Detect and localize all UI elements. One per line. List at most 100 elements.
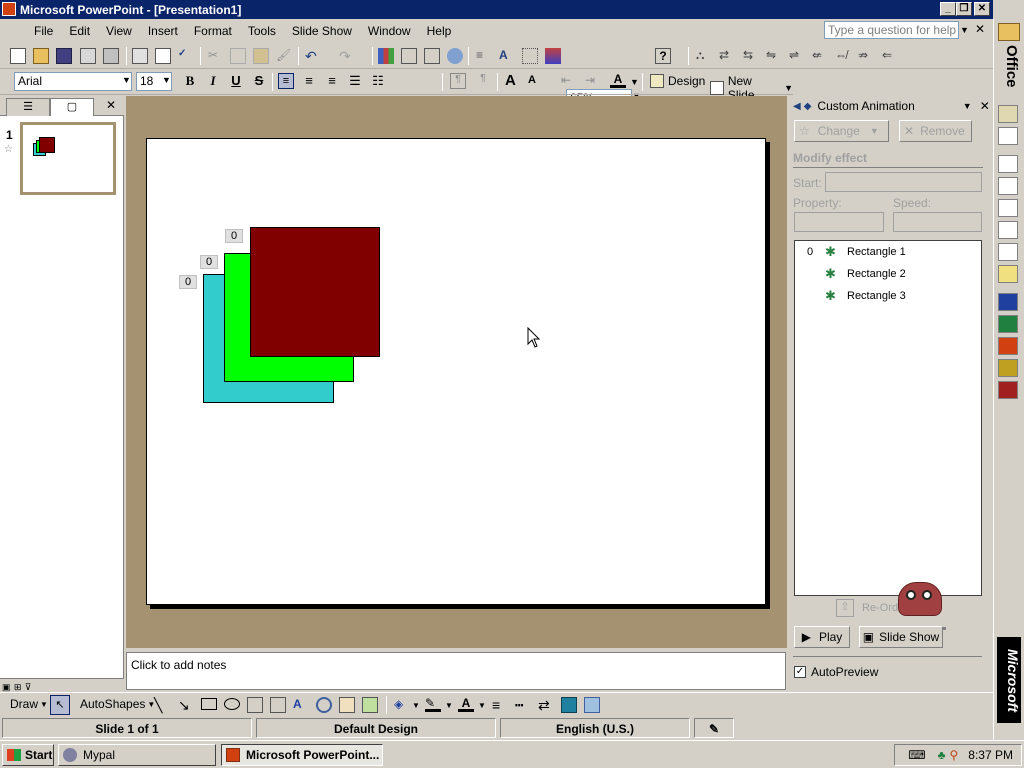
slide-scrollbar[interactable] [773, 96, 787, 648]
search-icon[interactable]: ⚲ [950, 748, 959, 762]
font-color-icon[interactable]: A [610, 72, 626, 88]
rectangle-3[interactable] [250, 227, 380, 357]
powerpoint-icon[interactable] [998, 337, 1018, 355]
taskbar-item-mypal[interactable]: Mypal [58, 744, 216, 766]
open-icon[interactable] [33, 48, 49, 64]
align-center-button[interactable]: ≡ [301, 73, 317, 89]
open-office-doc-icon[interactable] [998, 127, 1018, 145]
diagram-icon[interactable] [316, 697, 332, 713]
list-item[interactable]: ✱ Rectangle 3 [795, 285, 981, 307]
translate-icon[interactable]: ⇎ [835, 48, 851, 64]
undo-icon[interactable]: ↶ [305, 48, 321, 64]
word-icon[interactable] [998, 293, 1018, 311]
font-color-dropdown-icon[interactable]: ▼ [630, 77, 639, 87]
fill-color-icon[interactable]: ◈ [394, 697, 410, 713]
slide-canvas[interactable]: 0 0 0 [146, 138, 766, 605]
notes-pane[interactable]: Click to add notes [126, 652, 786, 690]
permission-icon[interactable] [80, 48, 96, 64]
line-icon[interactable]: ╲ [154, 697, 170, 713]
line-color-icon[interactable]: ✎ [425, 696, 441, 712]
research-icon[interactable]: ⇏ [858, 48, 874, 64]
tab-outline[interactable]: ☰ [6, 98, 50, 116]
close-pane-icon[interactable]: ✕ [106, 98, 116, 112]
powerpoint-app-icon[interactable] [2, 2, 16, 16]
select-objects-icon[interactable]: ↖ [50, 695, 70, 715]
autopreview-toggle[interactable]: ✓ AutoPreview [794, 665, 878, 679]
taskbar-item-powerpoint[interactable]: Microsoft PowerPoint... [221, 744, 383, 766]
play-button[interactable]: ▶ Play [794, 626, 850, 648]
help-search-input[interactable]: Type a question for help [824, 21, 959, 39]
office-folder-icon[interactable] [998, 23, 1020, 41]
restore-button[interactable]: ❐ [956, 2, 972, 16]
shadow-style-icon[interactable] [561, 697, 577, 713]
tables-borders-icon[interactable] [424, 48, 440, 64]
excel-icon[interactable] [998, 315, 1018, 333]
align-right-button[interactable]: ≡ [324, 73, 340, 89]
review-icon[interactable]: ⇄ [719, 48, 735, 64]
menu-view[interactable]: View [98, 24, 140, 38]
draw-menu-button[interactable]: Draw ▼ [10, 697, 48, 711]
color-grayscale-icon[interactable] [545, 48, 561, 64]
underline-button[interactable]: U [226, 73, 246, 88]
remove-button[interactable]: ✕ Remove [899, 120, 972, 142]
menu-insert[interactable]: Insert [140, 24, 186, 38]
new-office-doc-icon[interactable] [998, 105, 1018, 123]
clipart-icon[interactable] [339, 697, 355, 713]
design-button[interactable]: Design [650, 74, 705, 88]
rectangle-icon[interactable] [201, 698, 217, 710]
network-icon[interactable]: ♣ [938, 748, 946, 762]
help-icon[interactable]: ? [655, 48, 671, 64]
bullets-button[interactable]: ☷ [370, 73, 386, 89]
print-preview-icon[interactable] [155, 48, 171, 64]
list-item[interactable]: ✱ Rectangle 2 [795, 263, 981, 285]
slide-show-button[interactable]: ▣ Slide Show [859, 626, 943, 648]
size-dropdown-icon[interactable]: ▼ [162, 75, 171, 85]
markup-icon[interactable]: ⇌ [789, 48, 805, 64]
new-slide-dropdown-icon[interactable]: ▼ [784, 83, 793, 93]
new-task-icon[interactable] [998, 199, 1018, 217]
ltr-icon[interactable]: ¶ [450, 73, 466, 89]
save-icon[interactable] [56, 48, 72, 64]
close-window-button[interactable]: ✕ [974, 2, 990, 16]
menu-slide-show[interactable]: Slide Show [284, 24, 360, 38]
move-up-icon[interactable]: ⇧ [836, 599, 854, 617]
change-button[interactable]: ☆ Change ▼ [794, 120, 889, 142]
menu-edit[interactable]: Edit [61, 24, 98, 38]
new-journal-icon[interactable] [998, 243, 1018, 261]
align-left-button[interactable]: ≡ [278, 73, 294, 89]
property-dropdown[interactable] [794, 212, 884, 232]
draw-font-color-dropdown-icon[interactable]: ▼ [478, 701, 486, 710]
decrease-indent-icon[interactable]: ⇤ [558, 73, 574, 89]
menu-file[interactable]: File [26, 24, 61, 38]
new-appointment-icon[interactable] [998, 177, 1018, 195]
paste-icon[interactable] [253, 48, 269, 64]
minimize-button[interactable]: _ [940, 2, 956, 16]
insert-table-icon[interactable] [401, 48, 417, 64]
list-item[interactable]: 0 ✱ Rectangle 1 [795, 241, 981, 263]
increase-font-icon[interactable]: A [505, 72, 521, 89]
slideshow-view-icon[interactable]: ⊽ [25, 682, 32, 692]
dash-style-icon[interactable]: ┅ [515, 697, 531, 713]
decrease-font-icon[interactable]: A [528, 74, 544, 90]
recolor-icon[interactable]: ⇋ [766, 48, 782, 64]
shadow-button[interactable]: S [249, 73, 269, 88]
cut-icon[interactable]: ✂ [208, 48, 224, 64]
format-painter-icon[interactable]: 🖌 [276, 48, 292, 64]
menu-format[interactable]: Format [186, 24, 240, 38]
insert-diagram-icon[interactable] [447, 48, 463, 64]
slide-thumbnail[interactable] [20, 122, 116, 195]
menu-tools[interactable]: Tools [240, 24, 284, 38]
compare-icon[interactable]: ⇆ [743, 48, 759, 64]
task-pane-close-icon[interactable]: ✕ [980, 99, 990, 113]
font-dropdown-icon[interactable]: ▼ [122, 75, 131, 85]
animation-list[interactable]: 0 ✱ Rectangle 1 ✱ Rectangle 2 ✱ Rectangl… [794, 240, 982, 596]
autoshapes-menu-button[interactable]: AutoShapes ▼ [80, 697, 155, 711]
reviewing-pane-icon[interactable]: ⇍ [812, 48, 828, 64]
start-dropdown[interactable] [825, 172, 982, 192]
3d-style-icon[interactable] [584, 697, 600, 713]
picture-icon[interactable] [362, 697, 378, 713]
wordart-icon[interactable]: A [293, 697, 309, 713]
line-style-icon[interactable]: ≡ [492, 697, 508, 713]
menu-help[interactable]: Help [419, 24, 460, 38]
tab-slides[interactable]: ▢ [50, 98, 94, 116]
